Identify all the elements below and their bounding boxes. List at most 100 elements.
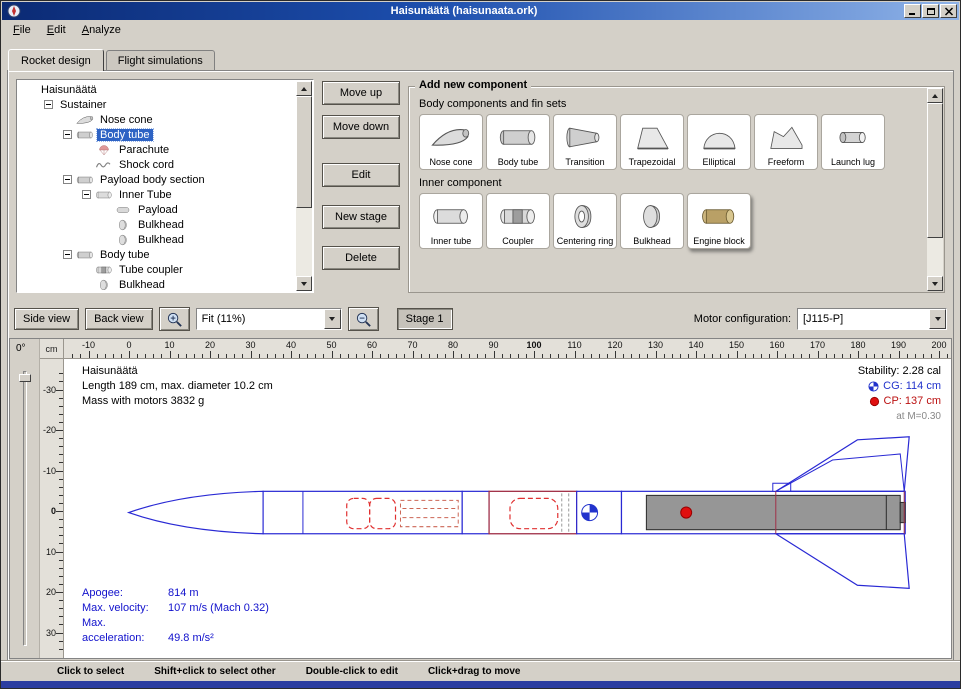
add-bodytube-button[interactable]: Body tube: [486, 114, 550, 170]
tree-row[interactable]: Bulkhead: [19, 277, 295, 290]
ruler-tick: [510, 354, 511, 358]
tree-row[interactable]: Haisunäätä: [19, 82, 295, 97]
ruler-number: 20: [205, 340, 215, 350]
menu-edit[interactable]: Edit: [39, 20, 74, 42]
zoom-out-button[interactable]: [348, 307, 379, 331]
ruler-tick: [59, 608, 63, 609]
add-coupler-button[interactable]: Coupler: [486, 193, 550, 249]
side-view-button[interactable]: Side view: [14, 308, 79, 330]
add-engineblock-button[interactable]: Engine block: [687, 193, 751, 249]
scrollbar-track[interactable]: [296, 96, 312, 276]
chevron-down-icon[interactable]: [324, 309, 341, 329]
add-elliptical-button[interactable]: Elliptical: [687, 114, 751, 170]
flight-value: 814 m: [168, 587, 199, 599]
ruler-tick: [59, 406, 63, 407]
minimize-icon: [908, 7, 918, 16]
tree-row[interactable]: Bulkhead: [19, 217, 295, 232]
add-centeringring-button[interactable]: Centering ring: [553, 193, 617, 249]
ruler-tick: [59, 414, 63, 415]
tab-bar: Rocket designFlight simulations: [1, 42, 960, 70]
ruler-tick: [494, 351, 495, 358]
ruler-tick: [591, 354, 592, 358]
add-trapezoidal-button[interactable]: Trapezoidal: [620, 114, 684, 170]
close-button[interactable]: [940, 4, 957, 18]
innertube-icon: [428, 197, 474, 237]
ruler-tick: [59, 535, 63, 536]
ruler-number: -30: [43, 385, 56, 395]
scrollbar-track[interactable]: [927, 103, 943, 276]
add-innertube-button[interactable]: Inner tube: [419, 193, 483, 249]
tree-row[interactable]: Inner Tube: [19, 187, 295, 202]
ruler-tick: [56, 430, 63, 431]
scrollbar-thumb[interactable]: [927, 103, 943, 238]
menu-file[interactable]: File: [5, 20, 39, 42]
add-transition-button[interactable]: Transition: [553, 114, 617, 170]
tree-row[interactable]: Shock cord: [19, 157, 295, 172]
zoom-in-button[interactable]: [159, 307, 190, 331]
scroll-up-icon[interactable]: [296, 81, 312, 96]
ruler-tick: [356, 354, 357, 358]
rocket-design-panel: HaisunäätäSustainerNose coneBody tubePar…: [7, 70, 954, 661]
collapse-icon[interactable]: [63, 250, 72, 259]
move-down-button[interactable]: Move down: [322, 115, 400, 139]
tree-row[interactable]: Body tube: [19, 247, 295, 262]
ruler-tick: [218, 354, 219, 358]
collapse-icon[interactable]: [82, 190, 91, 199]
edit-button[interactable]: Edit: [322, 163, 400, 187]
ruler-tick: [59, 600, 63, 601]
tree-row[interactable]: Nose cone: [19, 112, 295, 127]
ruler-tick: [404, 354, 405, 358]
component-button-label: Inner tube: [431, 237, 472, 247]
maximize-button[interactable]: [922, 4, 939, 18]
add-panel-scrollbar[interactable]: [927, 88, 943, 291]
tree-label: Haisunäätä: [38, 84, 100, 96]
tree-row[interactable]: Bulkhead: [19, 232, 295, 247]
ruler-number: 160: [769, 340, 784, 350]
move-up-button[interactable]: Move up: [322, 81, 400, 105]
tab-flight-simulations[interactable]: Flight simulations: [106, 50, 215, 70]
add-freeform-button[interactable]: Freeform: [754, 114, 818, 170]
tree-scrollbar[interactable]: [296, 81, 312, 291]
rocket-canvas[interactable]: Haisunäätä Length 189 cm, max. diameter …: [64, 359, 951, 658]
scroll-up-icon[interactable]: [927, 88, 943, 103]
scroll-down-icon[interactable]: [927, 276, 943, 291]
component-button-label: Freeform: [768, 158, 805, 168]
collapse-icon[interactable]: [63, 175, 72, 184]
rotation-slider-handle[interactable]: [19, 374, 31, 382]
back-view-button[interactable]: Back view: [85, 308, 153, 330]
collapse-icon[interactable]: [44, 100, 53, 109]
app-icon: [7, 4, 21, 18]
stage-1-button[interactable]: Stage 1: [397, 308, 453, 330]
rocket-info: Haisunäätä Length 189 cm, max. diameter …: [82, 364, 273, 409]
tree-row[interactable]: Payload body section: [19, 172, 295, 187]
tree-row[interactable]: Parachute: [19, 142, 295, 157]
ruler-tick: [323, 354, 324, 358]
flight-value: 49.8 m/s²: [168, 632, 214, 644]
minimize-button[interactable]: [904, 4, 921, 18]
add-nosecone-button[interactable]: Nose cone: [419, 114, 483, 170]
chevron-down-icon[interactable]: [929, 309, 946, 329]
tree-row[interactable]: Body tube: [19, 127, 295, 142]
tree-row[interactable]: Sustainer: [19, 97, 295, 112]
delete-button[interactable]: Delete: [322, 246, 400, 270]
menu-analyze[interactable]: Analyze: [74, 20, 129, 42]
zoom-select[interactable]: Fit (11%): [196, 308, 342, 330]
ruler-number: 10: [164, 340, 174, 350]
component-button-label: Engine block: [693, 237, 745, 247]
component-button-label: Centering ring: [557, 237, 614, 247]
scroll-down-icon[interactable]: [296, 276, 312, 291]
tab-rocket-design[interactable]: Rocket design: [8, 49, 104, 71]
ruler-tick: [850, 354, 851, 358]
parachute-icon: [95, 144, 113, 156]
motor-configuration-select[interactable]: [J115-P]: [797, 308, 947, 330]
ruler-tick: [121, 354, 122, 358]
collapse-icon[interactable]: [63, 130, 72, 139]
rotation-slider[interactable]: [23, 371, 27, 646]
tree-row[interactable]: Payload: [19, 202, 295, 217]
new-stage-button[interactable]: New stage: [322, 205, 400, 229]
add-bulkhead-button[interactable]: Bulkhead: [620, 193, 684, 249]
ruler-tick: [59, 624, 63, 625]
add-launchlug-button[interactable]: Launch lug: [821, 114, 885, 170]
scrollbar-thumb[interactable]: [296, 96, 312, 208]
tree-row[interactable]: Tube coupler: [19, 262, 295, 277]
